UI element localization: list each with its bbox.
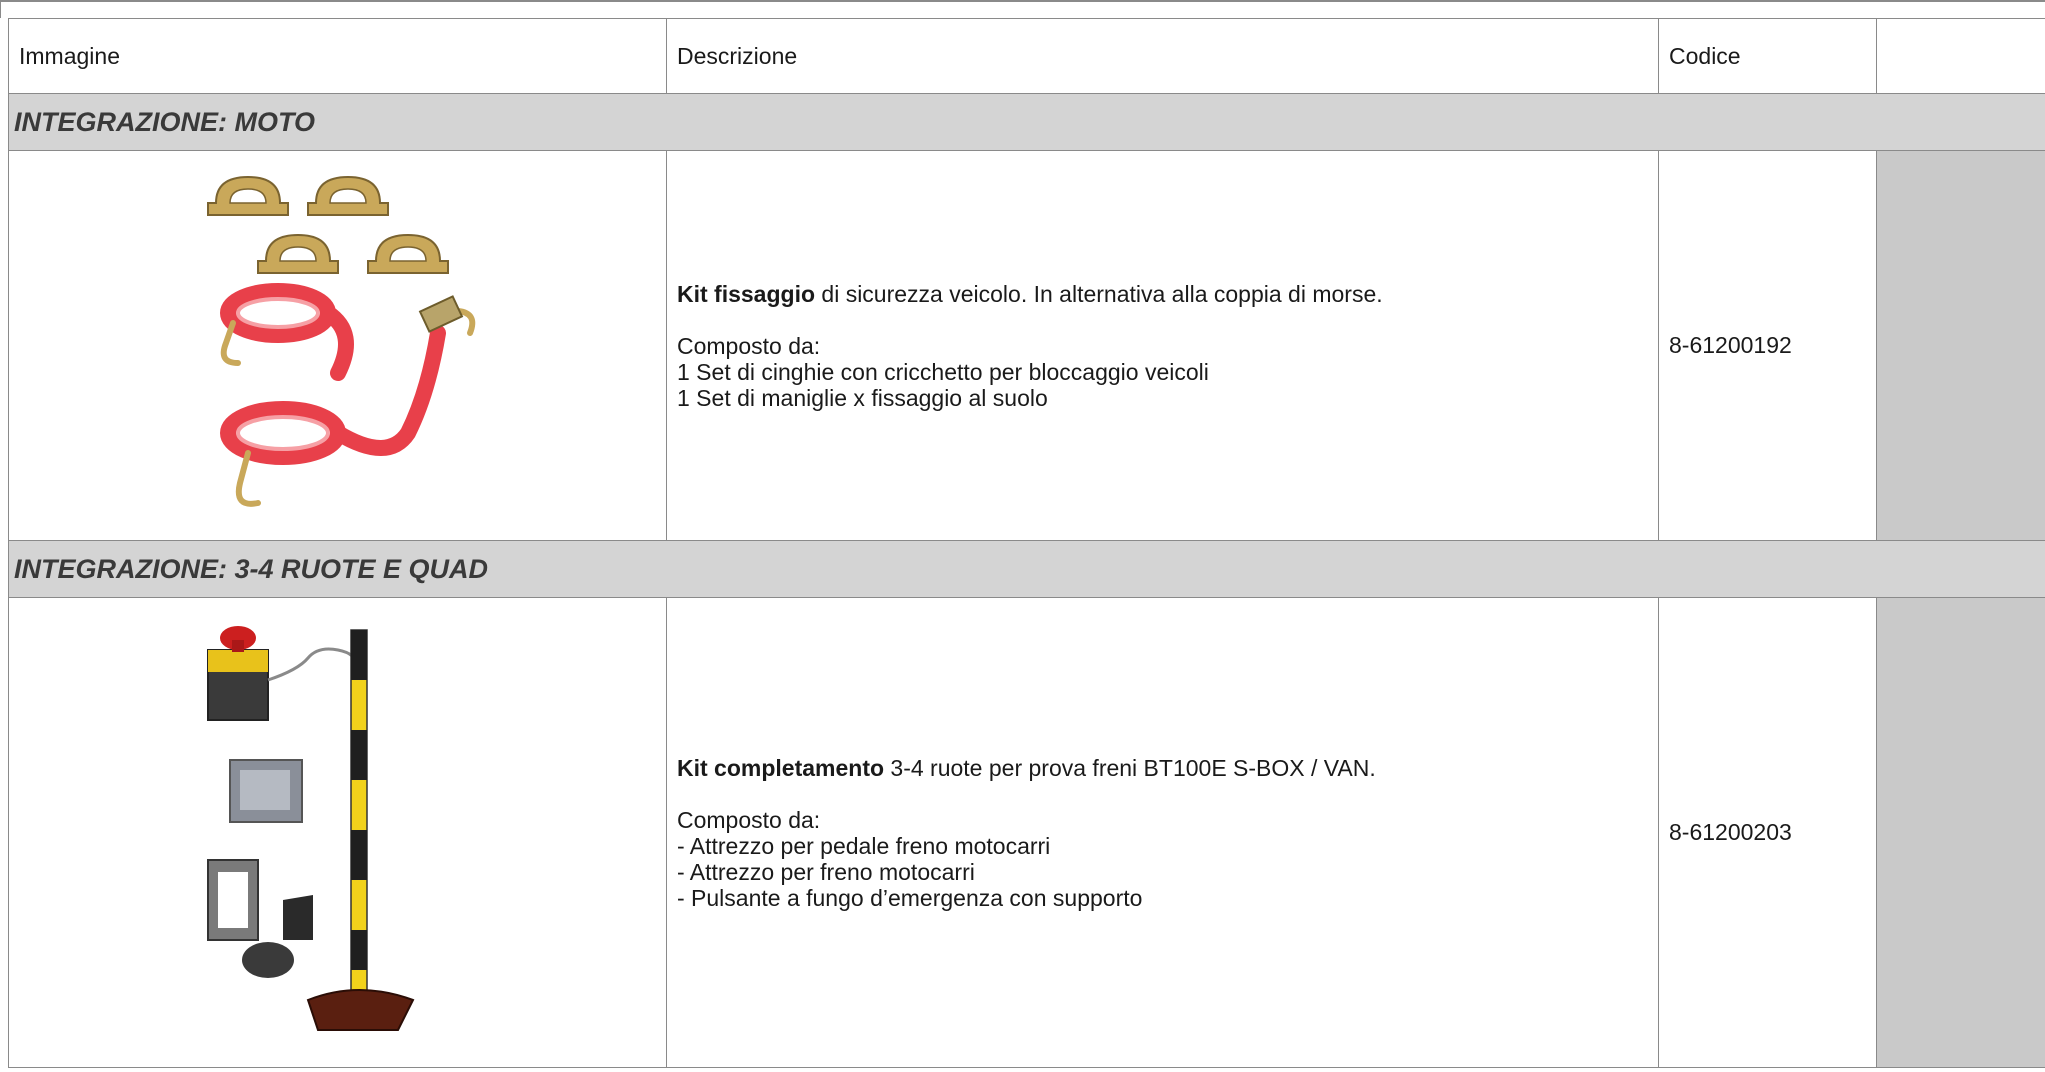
product-summary: 3-4 ruote per prova freni BT100E S-BOX /… [884, 754, 1376, 781]
component-item: - Attrezzo per pedale freno motocarri [677, 832, 1051, 859]
composed-label: Composto da: [677, 332, 821, 359]
page: Immagine Descrizione Codice INTEGRAZIONE… [0, 0, 2045, 1072]
component-item: - Pulsante a fungo d’emergenza con suppo… [677, 884, 1143, 911]
section-title: INTEGRAZIONE: 3-4 RUOTE E QUAD [8, 540, 2045, 598]
component-item: 1 Set di maniglie x fissaggio al suolo [677, 384, 1048, 411]
product-summary: di sicurezza veicolo. In alternativa all… [815, 280, 1383, 307]
component-item: 1 Set di cinghie con cricchetto per bloc… [677, 358, 1209, 385]
completion-kit-image [206, 625, 414, 1031]
top-border [0, 0, 2045, 18]
product-title: Kit fissaggio di sicurezza veicolo. In a… [677, 281, 1648, 307]
header-extra [1876, 18, 2045, 94]
product-code: 8-61200203 [1658, 597, 1877, 1068]
header-description: Descrizione [666, 18, 1659, 94]
product-name: Kit fissaggio [677, 280, 816, 307]
component-item: - Attrezzo per freno motocarri [677, 858, 975, 885]
header-image: Immagine [8, 18, 667, 94]
product-code: 8-61200192 [1658, 150, 1877, 541]
gray-cell [1876, 150, 2045, 541]
product-image-cell [8, 150, 667, 541]
product-description: Kit fissaggio di sicurezza veicolo. In a… [666, 150, 1659, 541]
section-row-quad: INTEGRAZIONE: 3-4 RUOTE E QUAD [8, 540, 2045, 598]
product-image-cell [8, 597, 667, 1068]
table-row: Kit completamento 3-4 ruote per prova fr… [8, 597, 2045, 1068]
product-name: Kit completamento [677, 754, 885, 781]
section-title: INTEGRAZIONE: MOTO [8, 93, 2045, 151]
fixing-kit-image [206, 175, 475, 507]
product-title: Kit completamento 3-4 ruote per prova fr… [677, 755, 1648, 781]
gray-cell [1876, 597, 2045, 1068]
header-code: Codice [1658, 18, 1877, 94]
header-row: Immagine Descrizione Codice [8, 18, 2045, 94]
product-description: Kit completamento 3-4 ruote per prova fr… [666, 597, 1659, 1068]
product-table: Immagine Descrizione Codice INTEGRAZIONE… [8, 18, 2045, 1068]
section-row-moto: INTEGRAZIONE: MOTO [8, 93, 2045, 151]
composed-label: Composto da: [677, 806, 821, 833]
table-row: Kit fissaggio di sicurezza veicolo. In a… [8, 150, 2045, 541]
